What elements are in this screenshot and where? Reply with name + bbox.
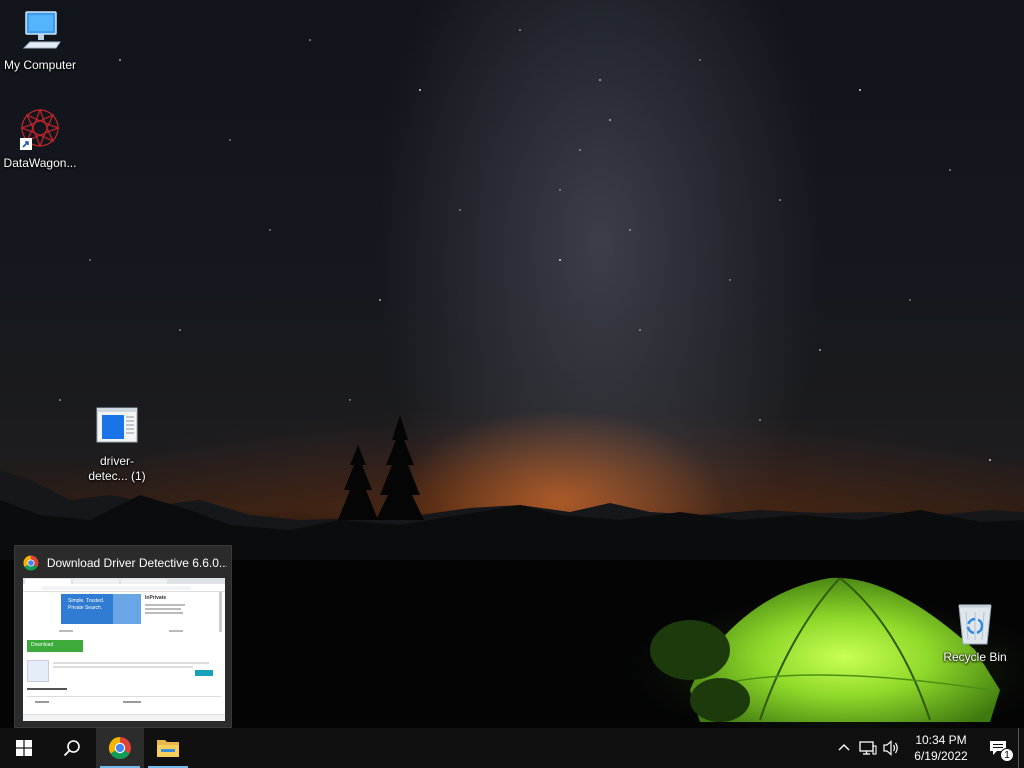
clock-time: 10:34 PM (915, 733, 967, 747)
network-icon (859, 741, 877, 755)
windows-start-icon (16, 740, 32, 756)
desktop-icon-label: My Computer (3, 58, 77, 72)
clock[interactable]: 10:34 PM 6/19/2022 (908, 732, 974, 764)
start-button[interactable] (0, 728, 48, 768)
clock-date: 6/19/2022 (914, 749, 968, 763)
recycle-bin-icon (958, 604, 992, 645)
search-button[interactable] (48, 728, 96, 768)
preview-title-bar: Download Driver Detective 6.6.0... (23, 554, 227, 572)
thumb-download-button: Download (31, 642, 54, 648)
installer-icon (96, 407, 138, 443)
datawagon-icon (20, 108, 60, 150)
volume-button[interactable] (880, 728, 904, 768)
show-desktop-button[interactable] (1018, 728, 1024, 768)
desktop-icon-recycle-bin[interactable]: Recycle Bin (935, 600, 1015, 665)
search-icon (63, 740, 80, 757)
taskbar-app-chrome[interactable] (96, 728, 144, 768)
chrome-icon (23, 555, 39, 571)
system-tray: 10:34 PM 6/19/2022 1 (832, 728, 1024, 768)
action-center-button[interactable]: 1 (978, 728, 1018, 768)
desktop-icon-my-computer[interactable]: My Computer (0, 8, 80, 73)
folder-icon (157, 740, 179, 757)
chrome-window-preview[interactable]: Download Driver Detective 6.6.0... Simpl… (14, 545, 232, 728)
chrome-icon (108, 737, 131, 760)
thumb-ad-line2: Private Search. (68, 605, 103, 611)
thumb-ad-line1: Simple. Trusted. (68, 598, 105, 604)
notification-count-badge: 1 (1000, 748, 1014, 762)
preview-thumbnail: Simple. Trusted. Private Search. InPriva… (23, 578, 225, 721)
desktop-icon-label: DataWagon... (3, 156, 77, 170)
taskbar-app-file-explorer[interactable] (144, 728, 192, 768)
desktop-icon-datawagon[interactable]: DataWagon... (0, 106, 80, 171)
desktop-icon-label: Recycle Bin (943, 650, 1007, 664)
chevron-up-icon (838, 744, 850, 751)
desktop-icon-label: driver-detec... (1) (88, 454, 146, 483)
speaker-icon (883, 740, 898, 756)
network-button[interactable] (856, 728, 880, 768)
desktop-icon-driver-detective[interactable]: driver-detec... (1) (77, 406, 157, 484)
show-hidden-icons-button[interactable] (832, 728, 856, 768)
preview-title: Download Driver Detective 6.6.0... (46, 556, 227, 570)
monitor-icon (22, 11, 61, 49)
taskbar: 10:34 PM 6/19/2022 1 (0, 728, 1024, 768)
thumb-ad-side-title: InPrivate (145, 595, 167, 601)
